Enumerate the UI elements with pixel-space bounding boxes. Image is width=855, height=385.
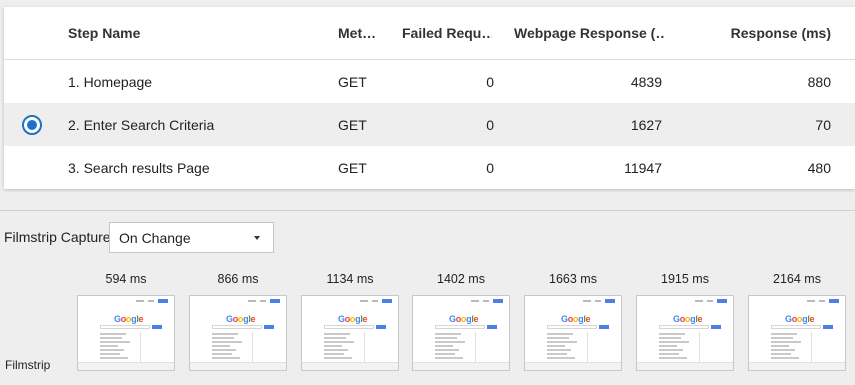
frame-time-label: 1402 ms bbox=[437, 272, 485, 286]
header-step-name[interactable]: Step Name bbox=[68, 7, 328, 59]
table-row-selected[interactable]: 2. Enter Search Criteria GET 0 1627 70 bbox=[4, 103, 855, 146]
header-method[interactable]: Met… bbox=[338, 7, 392, 59]
webpage-response-cell: 1627 bbox=[630, 116, 662, 133]
section-divider bbox=[0, 210, 855, 211]
frame-time-label: 866 ms bbox=[217, 272, 259, 286]
table-row[interactable]: 1. Homepage GET 0 4839 880 bbox=[4, 60, 855, 103]
filmstrip-frame[interactable]: 1402 ms Google bbox=[412, 272, 510, 371]
filmstrip-capture-select[interactable]: On Change bbox=[109, 222, 274, 253]
frame-time-label: 2164 ms bbox=[773, 272, 821, 286]
webpage-response-cell: 4839 bbox=[630, 73, 662, 90]
response-ms-cell: 70 bbox=[815, 116, 831, 133]
frame-thumbnail-image[interactable]: Google bbox=[77, 295, 175, 371]
dropdown-caret-icon bbox=[254, 236, 260, 240]
header-failed-requests[interactable]: Failed Requ… bbox=[402, 7, 492, 59]
frame-time-label: 1915 ms bbox=[661, 272, 709, 286]
google-logo: Google bbox=[338, 314, 368, 324]
response-ms-cell: 480 bbox=[807, 159, 831, 176]
frame-thumbnail-image[interactable]: Google bbox=[189, 295, 287, 371]
filmstrip-capture-value: On Change bbox=[119, 229, 191, 246]
google-logo: Google bbox=[785, 314, 815, 324]
google-logo: Google bbox=[449, 314, 479, 324]
filmstrip-frame[interactable]: 866 ms Google bbox=[189, 272, 287, 371]
filmstrip-frame[interactable]: 1663 ms Google bbox=[524, 272, 622, 371]
response-ms-cell: 880 bbox=[807, 73, 831, 90]
table-row[interactable]: 3. Search results Page GET 0 11947 480 bbox=[4, 146, 855, 189]
failed-requests-cell: 0 bbox=[486, 73, 494, 90]
frame-thumbnail-image[interactable]: Google bbox=[412, 295, 510, 371]
google-logo: Google bbox=[226, 314, 256, 324]
filmstrip-label: Filmstrip bbox=[5, 358, 51, 372]
webpage-response-cell: 11947 bbox=[624, 159, 662, 176]
filmstrip-frame[interactable]: 1134 ms Google bbox=[301, 272, 399, 371]
header-response-ms[interactable]: Response (ms) bbox=[704, 7, 831, 59]
header-webpage-response[interactable]: Webpage Response (… bbox=[514, 7, 664, 59]
filmstrip-frame[interactable]: 1915 ms Google bbox=[636, 272, 734, 371]
frame-time-label: 594 ms bbox=[105, 272, 147, 286]
method-cell: GET bbox=[338, 159, 367, 176]
google-logo: Google bbox=[114, 314, 144, 324]
frame-thumbnail-image[interactable]: Google bbox=[301, 295, 399, 371]
google-logo: Google bbox=[561, 314, 591, 324]
filmstrip-capture-label: Filmstrip Capture bbox=[4, 229, 111, 245]
frame-thumbnail-image[interactable]: Google bbox=[636, 295, 734, 371]
step-name-cell: 3. Search results Page bbox=[68, 159, 210, 176]
method-cell: GET bbox=[338, 73, 367, 90]
failed-requests-cell: 0 bbox=[486, 116, 494, 133]
filmstrip-frame[interactable]: 594 ms Google bbox=[77, 272, 175, 371]
step-name-cell: 1. Homepage bbox=[68, 73, 153, 90]
row-radio-button[interactable] bbox=[22, 115, 42, 135]
step-name-cell: 2. Enter Search Criteria bbox=[68, 116, 215, 133]
filmstrip-frame[interactable]: 2164 ms Google bbox=[748, 272, 846, 371]
frame-thumbnail-image[interactable]: Google bbox=[748, 295, 846, 371]
frame-time-label: 1663 ms bbox=[549, 272, 597, 286]
failed-requests-cell: 0 bbox=[486, 159, 494, 176]
google-logo: Google bbox=[673, 314, 703, 324]
radio-selected-dot bbox=[27, 120, 37, 130]
table-header: Step Name Met… Failed Requ… Webpage Resp… bbox=[4, 7, 855, 60]
method-cell: GET bbox=[338, 116, 367, 133]
frame-thumbnail-image[interactable]: Google bbox=[524, 295, 622, 371]
frame-time-label: 1134 ms bbox=[326, 272, 374, 286]
